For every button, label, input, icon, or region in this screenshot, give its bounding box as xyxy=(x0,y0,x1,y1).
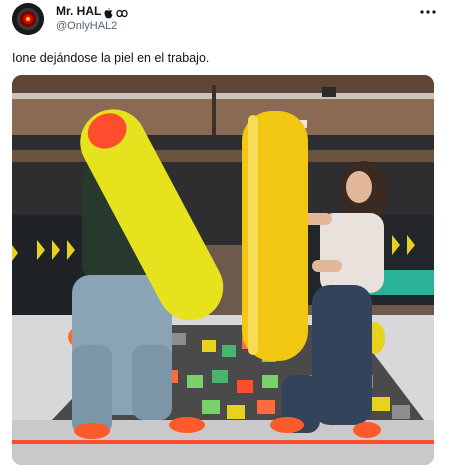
author-handle[interactable]: @OnlyHAL2 xyxy=(56,19,128,34)
tweet-text: Ione dejándose la piel en el trabajo. xyxy=(12,51,210,65)
tweet-media[interactable] xyxy=(12,75,434,465)
hal-9000-eye-icon xyxy=(12,3,44,35)
video-thumbnail xyxy=(12,75,434,465)
avatar[interactable] xyxy=(12,3,44,35)
more-horizontal-icon xyxy=(420,10,436,14)
tweet-header: Mr. HAL @OnlyHAL2 xyxy=(56,4,128,34)
loop-icon xyxy=(116,6,128,18)
tweet-card: Mr. HAL @OnlyHAL2 Ione dejándose la piel… xyxy=(0,0,459,473)
author-display-name[interactable]: Mr. HAL xyxy=(56,4,101,19)
more-options-button[interactable] xyxy=(418,4,438,20)
apple-icon xyxy=(104,6,113,19)
